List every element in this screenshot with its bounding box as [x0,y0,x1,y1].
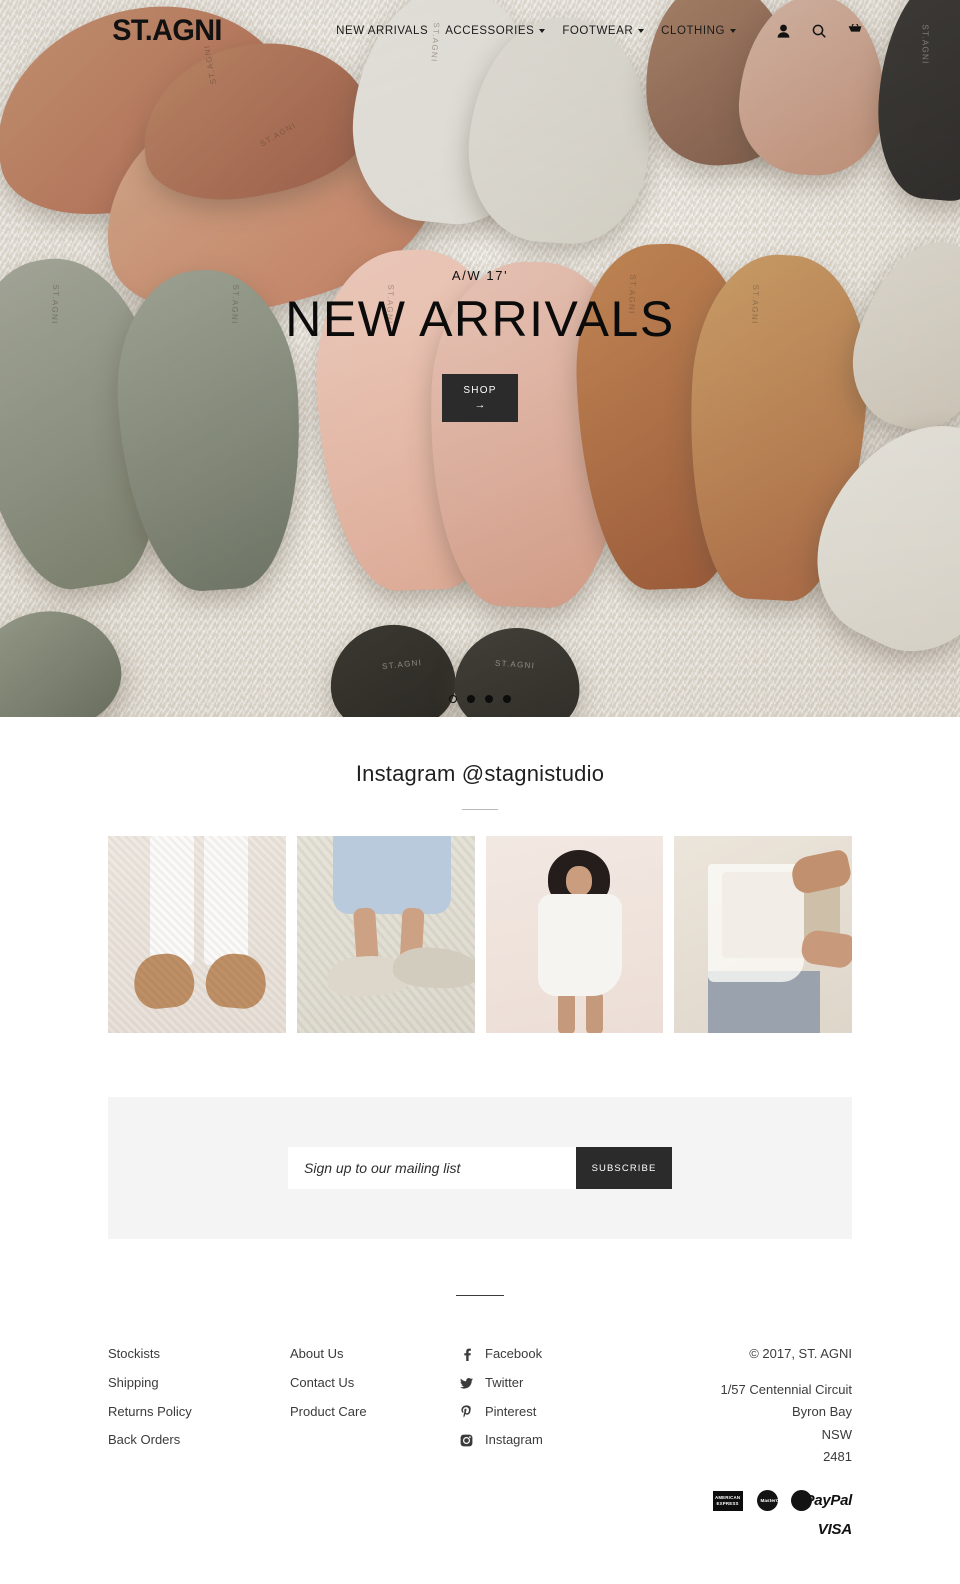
footer-link-stockists[interactable]: Stockists [108,1344,290,1365]
pinterest-icon [461,1405,471,1418]
nav-item-footwear[interactable]: FOOTWEAR [562,25,645,37]
newsletter-email-input[interactable] [288,1147,576,1189]
copyright-text: © 2017, ST. AGNI [749,1346,852,1361]
twitter-icon [460,1377,473,1389]
newsletter-section: SUBSCRIBE [0,1033,960,1239]
payment-methods: AMERICAN EXPRESS MasterCard PayPal [660,1490,853,1512]
header-icon-group [777,24,862,38]
social-label: Twitter [485,1374,524,1390]
chevron-down-icon [539,29,546,33]
subscribe-button[interactable]: SUBSCRIBE [576,1147,672,1189]
instagram-tile[interactable] [674,836,852,1033]
social-label: Facebook [485,1346,543,1361]
address-line: NSW [821,1426,852,1442]
nav-label: CLOTHING [661,25,725,37]
footer-link-returns-policy[interactable]: Returns Policy [108,1402,290,1423]
footer-link-contact-us[interactable]: Contact Us [290,1373,460,1394]
newsletter-form: SUBSCRIBE [288,1147,672,1189]
instagram-icon [460,1434,473,1447]
cart-icon[interactable] [848,24,862,38]
slider-dot[interactable] [467,695,475,703]
hero-title: NEW ARRIVALS [285,291,675,347]
footer-links-secondary: About Us Contact Us Product Care [290,1344,460,1538]
social-label: Instagram [485,1432,543,1448]
footer-info: © 2017, ST. AGNI 1/57 Centennial Circuit… [660,1344,852,1538]
payment-methods-row-2: VISA [660,1521,852,1538]
hero-subtitle: A/W 17' [451,268,509,283]
shop-button-label: SHOP [463,385,497,396]
search-icon[interactable] [812,24,826,38]
instagram-tile[interactable] [296,836,475,1033]
paypal-icon: PayPal [804,1492,853,1510]
slider-dot[interactable] [449,695,457,703]
footer-link-about-us[interactable]: About Us [290,1344,460,1365]
nav-item-clothing[interactable]: CLOTHING [661,25,736,37]
main-navigation: NEW ARRIVALS ACCESSORIES FOOTWEAR CLOTHI… [336,24,862,38]
social-link-instagram[interactable]: Instagram [460,1430,660,1451]
arrow-right-icon: → [474,399,486,411]
site-header: ST.AGNI NEW ARRIVALS ACCESSORIES FOOTWEA… [0,0,960,62]
hero-slider[interactable]: ST.AGNI ST.AGNI ST.AGNI ST.AGNI ST.AGNI … [0,0,960,717]
mastercard-label: MasterCard [760,1498,787,1504]
slider-dot[interactable] [503,695,511,703]
social-link-twitter[interactable]: Twitter [460,1373,660,1394]
american-express-icon: AMERICAN EXPRESS [712,1490,743,1511]
mastercard-icon: MasterCard [756,1490,812,1512]
slider-dots[interactable] [0,695,960,703]
address-line: Byron Bay [792,1404,852,1420]
facebook-icon [464,1348,471,1361]
nav-label: FOOTWEAR [562,25,634,37]
nav-item-accessories[interactable]: ACCESSORIES [445,25,546,37]
instagram-section: Instagram @stagnistudio [0,717,960,1033]
footer-social-links: Facebook Twitter Pinterest Instagram [460,1344,660,1538]
address-line: 1/57 Centennial Circuit [720,1381,852,1397]
site-footer: Stockists Shipping Returns Policy Back O… [0,1296,960,1538]
chevron-down-icon [638,29,645,33]
footer-links-primary: Stockists Shipping Returns Policy Back O… [108,1344,290,1538]
chevron-down-icon [730,29,736,33]
visa-icon: VISA [817,1521,852,1539]
address-line: 2481 [823,1448,852,1464]
shop-button[interactable]: SHOP → [442,374,518,422]
newsletter-panel: SUBSCRIBE [108,1097,852,1239]
footer-link-product-care[interactable]: Product Care [290,1402,460,1423]
address-block: 1/57 Centennial Circuit Byron Bay NSW 24… [660,1379,852,1468]
footer-link-shipping[interactable]: Shipping [108,1373,290,1394]
nav-item-new-arrivals[interactable]: NEW ARRIVALS [336,25,428,37]
hero-content: A/W 17' NEW ARRIVALS SHOP → [0,268,960,422]
instagram-heading: Instagram @stagnistudio [355,761,605,786]
instagram-grid [0,836,960,1033]
nav-label: ACCESSORIES [445,25,535,37]
section-divider [462,809,498,810]
social-link-pinterest[interactable]: Pinterest [460,1402,660,1423]
footer-spacer [0,1538,960,1584]
social-label: Pinterest [485,1403,537,1419]
instagram-tile[interactable] [108,836,286,1033]
slider-dot[interactable] [485,695,493,703]
site-logo[interactable]: ST.AGNI [112,16,222,46]
nav-label: NEW ARRIVALS [336,25,429,37]
instagram-tile[interactable] [485,836,664,1033]
footer-link-back-orders[interactable]: Back Orders [108,1430,290,1451]
social-link-facebook[interactable]: Facebook [460,1344,660,1365]
account-icon[interactable] [777,24,790,38]
